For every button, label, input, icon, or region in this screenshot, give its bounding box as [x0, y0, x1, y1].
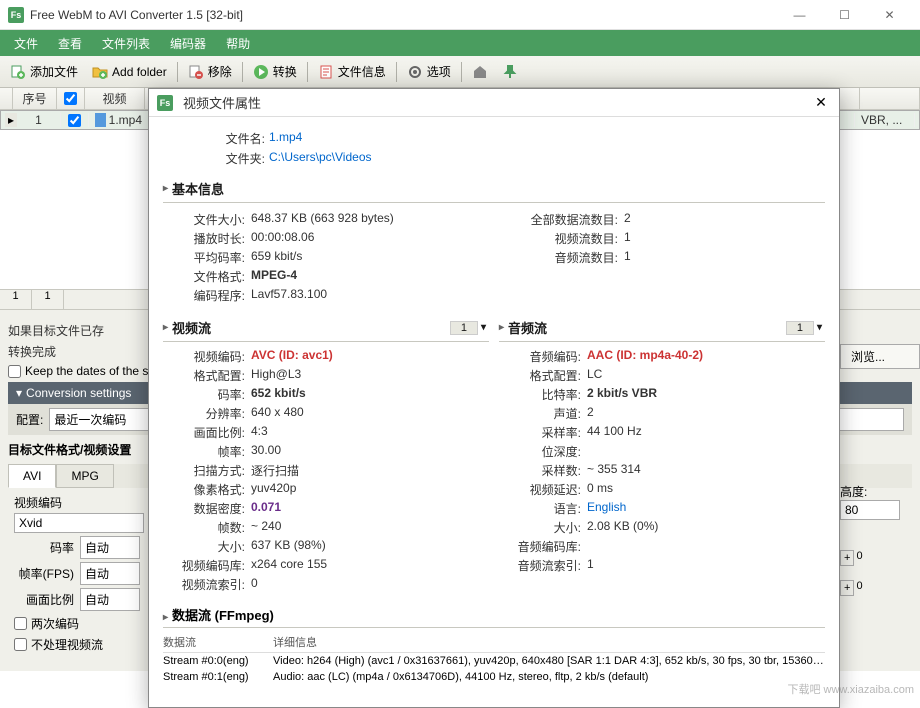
video-codec-select[interactable]: Xvid: [14, 513, 144, 533]
two-pass-checkbox[interactable]: [14, 617, 27, 630]
basic-info-section[interactable]: ▸基本信息: [163, 175, 825, 203]
keep-dates-checkbox[interactable]: [8, 365, 21, 378]
menu-file[interactable]: 文件: [4, 31, 48, 56]
file-icon: [95, 113, 106, 127]
add-folder-button[interactable]: Add folder: [86, 61, 173, 83]
watermark: 下载吧 www.xiazaiba.com: [787, 681, 914, 697]
close-button[interactable]: ✕: [867, 0, 912, 30]
remove-button[interactable]: 移除: [182, 60, 238, 83]
no-video-checkbox[interactable]: [14, 638, 27, 651]
col-check[interactable]: [57, 88, 85, 109]
bitrate-select[interactable]: 自动: [80, 536, 140, 559]
add-file-button[interactable]: 添加文件: [4, 60, 84, 83]
tab-mpg[interactable]: MPG: [56, 464, 113, 488]
streams-table: 数据流详细信息 Stream #0:0(eng)Video: h264 (Hig…: [163, 632, 825, 685]
col-video[interactable]: 视频: [85, 88, 145, 109]
row-marker-icon: ▸: [5, 113, 17, 127]
menu-help[interactable]: 帮助: [216, 31, 260, 56]
remove-icon: [188, 64, 204, 80]
row-checkbox[interactable]: [68, 114, 81, 127]
file-name-link[interactable]: 1.mp4: [269, 130, 302, 147]
maximize-button[interactable]: ☐: [822, 0, 867, 30]
home-button[interactable]: [466, 61, 494, 83]
chevron-down-icon: ▾: [16, 386, 22, 400]
minimize-button[interactable]: —: [777, 0, 822, 30]
stream-row[interactable]: Stream #0:1(eng)Audio: aac (LC) (mp4a / …: [163, 669, 825, 685]
app-icon: Fs: [8, 7, 24, 23]
info-icon: [318, 64, 334, 80]
height-input[interactable]: 80: [840, 500, 900, 520]
plus-icon[interactable]: +: [840, 580, 854, 596]
file-info-button[interactable]: 文件信息: [312, 60, 392, 83]
menu-filelist[interactable]: 文件列表: [92, 31, 160, 56]
menu-view[interactable]: 查看: [48, 31, 92, 56]
plus-icon[interactable]: +: [840, 550, 854, 566]
add-folder-icon: [92, 64, 108, 80]
aspect-select[interactable]: 自动: [80, 588, 140, 611]
dialog-titlebar: Fs 视频文件属性 ✕: [149, 89, 839, 117]
options-button[interactable]: 选项: [401, 60, 457, 83]
file-properties-dialog: Fs 视频文件属性 ✕ 文件名:1.mp4 文件夹:C:\Users\pc\Vi…: [148, 88, 840, 708]
fps-select[interactable]: 自动: [80, 562, 140, 585]
right-side-panel: 浏览... 高度: 80 +0 +0: [840, 340, 920, 596]
audio-stream-section[interactable]: ▸音频流1▾: [499, 314, 825, 342]
dialog-title: 视频文件属性: [179, 93, 811, 112]
pin-icon: [502, 64, 518, 80]
ffmpeg-streams-section[interactable]: ▸数据流 (FFmpeg): [163, 605, 825, 628]
gear-icon: [407, 64, 423, 80]
convert-button[interactable]: 转换: [247, 60, 303, 83]
stream-row[interactable]: Stream #0:0(eng)Video: h264 (High) (avc1…: [163, 653, 825, 669]
home-icon: [472, 64, 488, 80]
browse-button[interactable]: 浏览...: [840, 344, 920, 369]
play-icon: [253, 64, 269, 80]
dialog-close-button[interactable]: ✕: [811, 93, 831, 113]
header-checkbox[interactable]: [64, 92, 77, 105]
window-title: Free WebM to AVI Converter 1.5 [32-bit]: [30, 8, 777, 22]
add-file-icon: [10, 64, 26, 80]
titlebar: Fs Free WebM to AVI Converter 1.5 [32-bi…: [0, 0, 920, 30]
app-icon: Fs: [157, 95, 173, 111]
tab-avi[interactable]: AVI: [8, 464, 56, 488]
folder-link[interactable]: C:\Users\pc\Videos: [269, 150, 372, 167]
pin-button[interactable]: [496, 61, 524, 83]
video-stream-section[interactable]: ▸视频流1▾: [163, 314, 489, 342]
menubar: 文件 查看 文件列表 编码器 帮助: [0, 30, 920, 56]
col-idx[interactable]: 序号: [13, 88, 57, 109]
menu-encoder[interactable]: 编码器: [160, 31, 216, 56]
toolbar: 添加文件 Add folder 移除 转换 文件信息 选项: [0, 56, 920, 88]
